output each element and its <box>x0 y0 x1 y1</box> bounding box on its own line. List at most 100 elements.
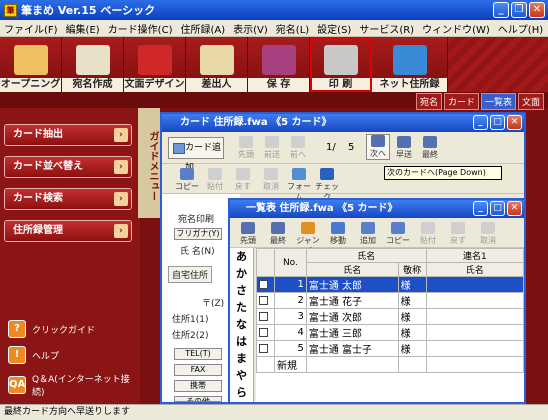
list-tool-3[interactable]: 移動 <box>324 222 352 246</box>
menu-item-2[interactable]: カード操作(C) <box>104 21 177 36</box>
kana-index-item[interactable]: か <box>230 265 253 282</box>
help-item-1[interactable]: ! ヘルプ <box>8 346 59 364</box>
mobile-button[interactable]: 携帯 <box>174 380 222 392</box>
table-row[interactable]: 5 富士通 富士子様 <box>256 340 525 357</box>
kana-index-item[interactable]: は <box>230 333 253 350</box>
list-tool-7[interactable]: 戻す <box>444 222 472 246</box>
sidebar-button-3[interactable]: 住所録管理 › <box>4 220 132 242</box>
row-honorific[interactable]: 様 <box>397 308 427 325</box>
sidebar-button-1[interactable]: カード並べ替え › <box>4 156 132 178</box>
menu-item-8[interactable]: ウィンドウ(W) <box>418 21 494 36</box>
sidebar-button-2[interactable]: カード検索 › <box>4 188 132 210</box>
new-row[interactable]: 新規 <box>256 356 525 373</box>
row-joint-name[interactable] <box>425 292 525 309</box>
kana-index-item[interactable]: や <box>230 367 253 384</box>
menu-item-1[interactable]: 編集(E) <box>62 21 104 36</box>
row-name[interactable]: 富士通 太郎 <box>305 276 399 293</box>
row-checkbox[interactable] <box>259 343 268 353</box>
menu-item-9[interactable]: ヘルプ(H) <box>494 21 547 36</box>
toolbar-button-2[interactable]: 文面デザイン <box>124 37 186 92</box>
kana-index-item[interactable]: た <box>230 299 253 316</box>
row-checkbox[interactable] <box>259 327 268 337</box>
guide-menu-tab[interactable]: ガイドメニュー <box>138 108 160 218</box>
row-honorific[interactable]: 様 <box>397 292 427 309</box>
menu-item-3[interactable]: 住所録(A) <box>176 21 229 36</box>
mode-tab-3[interactable]: 文面 <box>517 93 544 110</box>
other-button[interactable]: その他 <box>174 396 222 402</box>
list-tool-0[interactable]: 先頭 <box>234 222 262 246</box>
toolbar-button-1[interactable]: 宛名作成 <box>62 37 124 92</box>
card-tool-1[interactable]: 貼付 <box>202 168 228 192</box>
card-tool-3[interactable]: 取消 <box>258 168 284 192</box>
row-honorific[interactable]: 様 <box>397 340 427 357</box>
menu-item-4[interactable]: 表示(V) <box>229 21 272 36</box>
kana-index-item[interactable]: ま <box>230 350 253 367</box>
menu-item-5[interactable]: 宛名(L) <box>272 21 313 36</box>
kana-index-item[interactable]: あ <box>230 248 253 265</box>
row-checkbox[interactable] <box>259 279 268 289</box>
kana-index-item[interactable]: な <box>230 316 253 333</box>
list-maximize-button[interactable]: □ <box>490 201 505 216</box>
menu-item-6[interactable]: 設定(S) <box>313 21 355 36</box>
row-checkbox-cell[interactable] <box>256 340 275 357</box>
minimize-button[interactable]: _ <box>493 2 509 18</box>
row-checkbox-cell[interactable] <box>256 276 275 293</box>
toolbar-button-4[interactable]: 保 存 <box>248 37 310 92</box>
toolbar-button-5[interactable]: 印 刷 <box>310 37 372 92</box>
table-row[interactable]: 4 富士通 三郎様 <box>256 324 525 341</box>
previous-card-button[interactable]: 前へ <box>286 136 310 160</box>
menu-item-7[interactable]: サービス(R) <box>355 21 418 36</box>
sidebar-button-0[interactable]: カード抽出 › <box>4 124 132 146</box>
help-item-2[interactable]: QA Q＆A(インターネット接続) <box>8 372 140 398</box>
list-tool-1[interactable]: 最終 <box>264 222 292 246</box>
row-name[interactable]: 富士通 富士子 <box>305 340 399 357</box>
row-joint-name[interactable] <box>425 308 525 325</box>
row-joint-name[interactable] <box>425 340 525 357</box>
add-card-button[interactable]: カード追加 <box>168 137 224 173</box>
rewind-card-button[interactable]: 前送 <box>260 136 284 160</box>
card-minimize-button[interactable]: _ <box>473 115 488 130</box>
toolbar-button-6[interactable]: ネット住所録 <box>372 37 448 92</box>
menu-item-0[interactable]: ファイル(F) <box>0 21 62 36</box>
next-card-button[interactable]: 次へ <box>366 134 390 160</box>
table-row[interactable]: 2 富士通 花子様 <box>256 292 525 309</box>
row-honorific[interactable] <box>397 356 427 373</box>
row-checkbox-cell[interactable] <box>256 292 275 309</box>
table-row[interactable]: 1 富士通 太郎様 <box>256 276 525 293</box>
list-tool-6[interactable]: 貼付 <box>414 222 442 246</box>
card-tool-0[interactable]: コピー <box>174 168 200 192</box>
card-tool-2[interactable]: 戻す <box>230 168 256 192</box>
kana-index-item[interactable]: ら <box>230 384 253 401</box>
close-button[interactable]: ✕ <box>529 2 545 18</box>
row-checkbox[interactable] <box>259 311 268 321</box>
row-joint-name[interactable] <box>425 356 525 373</box>
row-joint-name[interactable] <box>425 276 525 293</box>
home-address-tab[interactable]: 自宅住所 <box>168 266 213 283</box>
row-name[interactable]: 富士通 三郎 <box>305 324 399 341</box>
row-name[interactable]: 富士通 花子 <box>305 292 399 309</box>
list-close-button[interactable]: ✕ <box>507 201 522 216</box>
table-row[interactable]: 3 富士通 次郎様 <box>256 308 525 325</box>
mode-tab-0[interactable]: 宛名 <box>415 93 442 110</box>
row-name[interactable]: 富士通 次郎 <box>305 308 399 325</box>
row-honorific[interactable]: 様 <box>397 276 427 293</box>
row-checkbox-cell[interactable] <box>256 324 275 341</box>
fast-forward-card-button[interactable]: 早送 <box>392 136 416 160</box>
tel-button[interactable]: TEL(T) <box>174 348 222 360</box>
card-maximize-button[interactable]: □ <box>490 115 505 130</box>
row-name[interactable] <box>305 356 399 373</box>
card-close-button[interactable]: ✕ <box>507 115 522 130</box>
toolbar-button-0[interactable]: オープニング <box>0 37 62 92</box>
list-tool-4[interactable]: 追加 <box>354 222 382 246</box>
list-tool-8[interactable]: 取消 <box>474 222 502 246</box>
row-joint-name[interactable] <box>425 324 525 341</box>
last-card-button[interactable]: 最終 <box>418 136 442 160</box>
mode-tab-1[interactable]: カード <box>443 93 479 110</box>
restore-button[interactable]: ❐ <box>511 2 527 18</box>
list-tool-5[interactable]: コピー <box>384 222 412 246</box>
furigana-label[interactable]: フリガナ(Y) <box>174 228 222 240</box>
mode-tab-2[interactable]: 一覧表 <box>480 93 516 110</box>
row-checkbox[interactable] <box>259 295 268 305</box>
row-checkbox-cell[interactable] <box>256 308 275 325</box>
list-minimize-button[interactable]: _ <box>473 201 488 216</box>
